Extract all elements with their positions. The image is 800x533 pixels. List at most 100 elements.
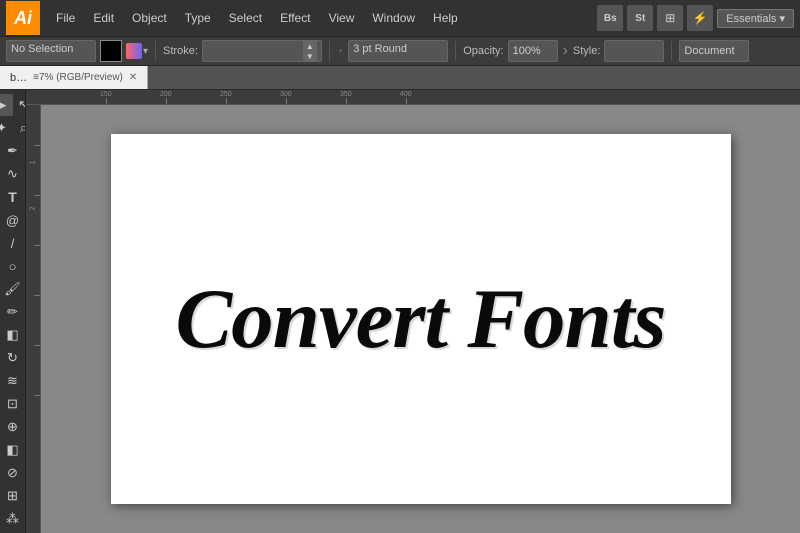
canvas-ruler-area: 1 2 Convert Fonts [26, 105, 800, 533]
ruler-v-label: 1 [30, 153, 37, 173]
menu-select[interactable]: Select [221, 7, 270, 29]
stroke-label: Stroke: [163, 45, 198, 57]
toolbar: No Selection ▾ Stroke: ▲ ▼ · 3 pt Round … [0, 36, 800, 66]
opacity-label: Opacity: [463, 45, 503, 57]
direct-select-tool-btn[interactable]: ↖ [13, 94, 27, 116]
top-ruler: 150 200 250 300 350 400 [26, 90, 800, 105]
tab-close-icon[interactable]: ✕ [129, 72, 137, 83]
selection-tool-btn[interactable]: ▶ [0, 94, 13, 116]
free-transform-btn[interactable]: ⊡ [2, 393, 24, 415]
ruler-tick [286, 98, 287, 104]
ruler-label: 400 [400, 91, 412, 98]
rotate-btn[interactable]: ↻ [2, 347, 24, 369]
sep-3 [455, 41, 456, 61]
ruler-tick-v [34, 245, 40, 246]
left-ruler: 1 2 [26, 105, 41, 533]
menu-edit[interactable]: Edit [85, 7, 122, 29]
ruler-label: 350 [340, 91, 352, 98]
menu-effect[interactable]: Effect [272, 7, 318, 29]
stroke-input[interactable]: ▲ ▼ [202, 40, 322, 62]
paintbrush-btn[interactable]: 🖌 [2, 278, 24, 300]
tab-bar: b… ≡7% (RGB/Preview) ✕ [0, 66, 800, 90]
ruler-tick [166, 98, 167, 104]
symbol-btn[interactable]: ⁂ [2, 508, 24, 530]
sep-1 [155, 41, 156, 61]
artboard: Convert Fonts [111, 134, 731, 504]
menu-help[interactable]: Help [425, 7, 466, 29]
app-logo: Ai [6, 1, 40, 35]
blend-btn[interactable]: ⊞ [2, 485, 24, 507]
line-btn[interactable]: / [2, 232, 24, 254]
ruler-tick [106, 98, 107, 104]
lasso-btn[interactable]: ⌕ [13, 117, 27, 139]
ruler-tick-v [34, 145, 40, 146]
bridge-icon-btn[interactable]: Bs [597, 5, 623, 31]
stroke-spinner[interactable]: ▲ ▼ [303, 41, 317, 61]
tab-active[interactable]: b… ≡7% (RGB/Preview) ✕ [0, 66, 148, 89]
ruler-label: 200 [160, 91, 172, 98]
ruler-tick-v [34, 295, 40, 296]
ruler-tick-v [34, 345, 40, 346]
sep-4 [671, 41, 672, 61]
warp-btn[interactable]: ≋ [2, 370, 24, 392]
menu-object[interactable]: Object [124, 7, 175, 29]
stock-icon-btn[interactable]: St [627, 5, 653, 31]
ellipse-btn[interactable]: ○ [2, 255, 24, 277]
stroke-up-btn[interactable]: ▲ [303, 41, 317, 51]
magic-wand-btn[interactable]: ✦ [0, 117, 13, 139]
main-area: ▶ ↖ ✦ ⌕ ✒ ∿ T @ / ○ 🖌 ✏ ◧ ↻ ≋ ⊡ ⊕ ◧ ⊘ ⊞ … [0, 90, 800, 533]
layout-icon-btn[interactable]: ⊞ [657, 5, 683, 31]
eyedropper-btn[interactable]: ⊘ [2, 462, 24, 484]
document-btn[interactable]: Document [679, 40, 749, 62]
ruler-label: 250 [220, 91, 232, 98]
canvas-area[interactable]: Convert Fonts [41, 105, 800, 533]
opacity-input[interactable]: 100% [508, 40, 558, 62]
tab-label: b… [10, 72, 27, 84]
style-dropdown[interactable] [604, 40, 664, 62]
sync-icon-btn[interactable]: ⚡ [687, 5, 713, 31]
selection-dropdown[interactable]: No Selection [6, 40, 96, 62]
weight-area: 3 pt Round [348, 40, 448, 62]
essentials-badge[interactable]: Essentials ▾ [717, 9, 794, 28]
menu-type[interactable]: Type [177, 7, 219, 29]
pencil-btn[interactable]: ✏ [2, 301, 24, 323]
artboard-text: Convert Fonts [175, 270, 665, 368]
menu-window[interactable]: Window [364, 7, 423, 29]
spiral-btn[interactable]: @ [2, 209, 24, 231]
ruler-tick [346, 98, 347, 104]
curvature-btn[interactable]: ∿ [2, 163, 24, 185]
opacity-value: 100% [513, 45, 553, 57]
left-toolbar: ▶ ↖ ✦ ⌕ ✒ ∿ T @ / ○ 🖌 ✏ ◧ ↻ ≋ ⊡ ⊕ ◧ ⊘ ⊞ … [0, 90, 26, 533]
dot-2: › [563, 42, 568, 60]
ruler-label: 300 [280, 91, 292, 98]
stroke-down-btn[interactable]: ▼ [303, 51, 317, 61]
dot-1: · [338, 42, 343, 60]
document-label: Document [684, 45, 744, 57]
ruler-label: 150 [100, 91, 112, 98]
eraser-btn[interactable]: ◧ [2, 324, 24, 346]
fill-color-swatch[interactable] [100, 40, 122, 62]
weight-dropdown[interactable]: 3 pt Round [348, 40, 448, 62]
tab-sublabel: ≡7% (RGB/Preview) [33, 72, 123, 83]
gradient-btn[interactable]: ◧ [2, 439, 24, 461]
menu-view[interactable]: View [321, 7, 363, 29]
ruler-tick-v [34, 195, 40, 196]
menu-right: Bs St ⊞ ⚡ Essentials ▾ [597, 5, 794, 31]
ruler-corner [26, 90, 41, 105]
menu-file[interactable]: File [48, 7, 83, 29]
pen-btn[interactable]: ✒ [2, 140, 24, 162]
ruler-v-label: 2 [30, 199, 37, 219]
chevron-down-icon[interactable]: ▾ [143, 46, 148, 57]
style-label: Style: [573, 45, 601, 57]
ruler-tick [406, 98, 407, 104]
shape-builder-btn[interactable]: ⊕ [2, 416, 24, 438]
content-wrapper: 150 200 250 300 350 400 1 2 [26, 90, 800, 533]
sep-2 [329, 41, 330, 61]
gradient-icon[interactable] [126, 43, 142, 59]
ruler-tick [226, 98, 227, 104]
menu-bar: Ai File Edit Object Type Select Effect V… [0, 0, 800, 36]
ruler-tick-v [34, 395, 40, 396]
select-tools: ▶ ↖ [0, 94, 26, 116]
type-btn[interactable]: T [2, 186, 24, 208]
select-tools-2: ✦ ⌕ [0, 117, 26, 139]
